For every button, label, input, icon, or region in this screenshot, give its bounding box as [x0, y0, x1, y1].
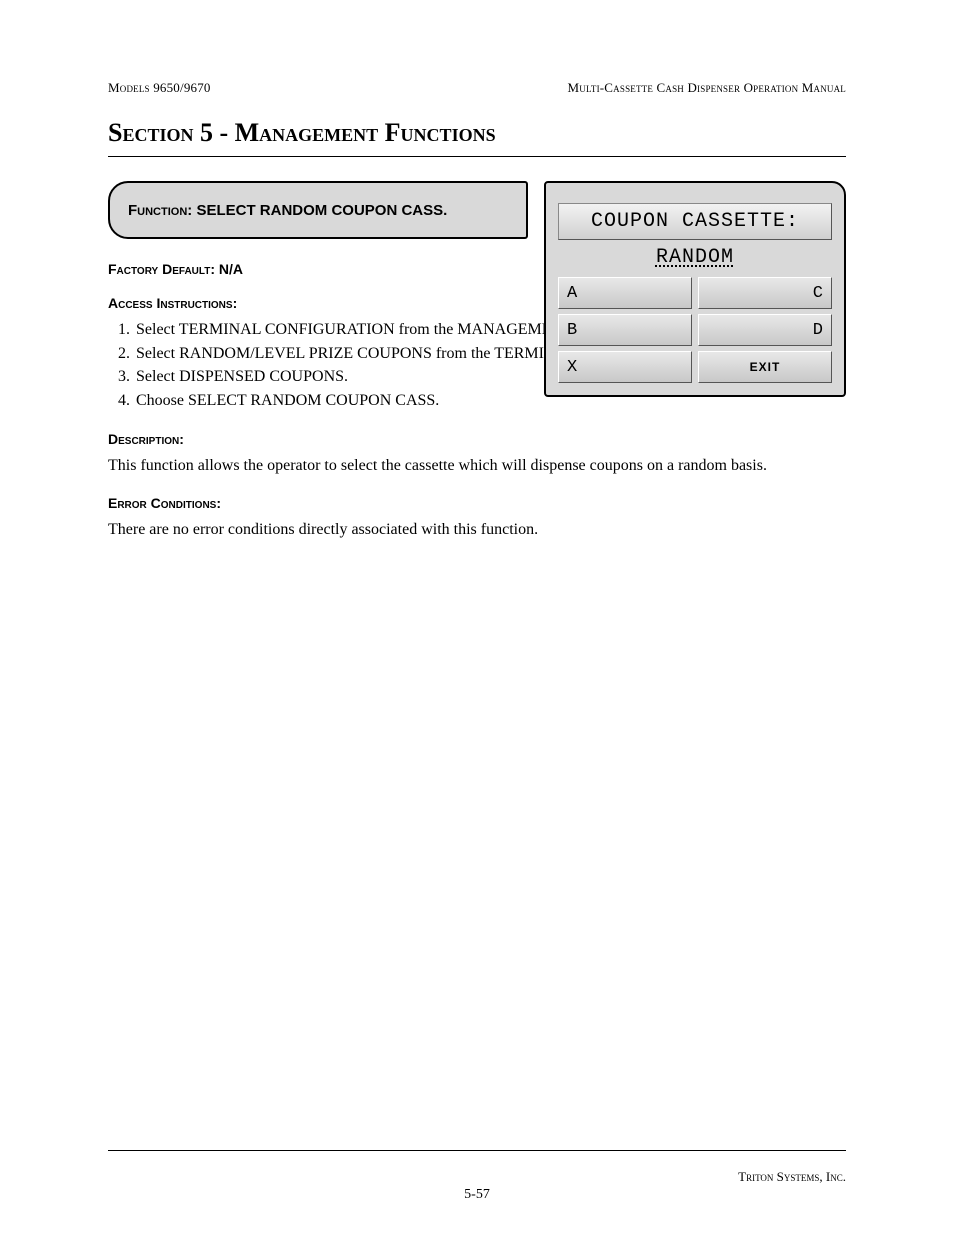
screen-button-exit[interactable]: EXIT: [698, 351, 832, 383]
description-text: This function allows the operator to sel…: [108, 455, 846, 477]
function-tab: Function: SELECT RANDOM COUPON CASS.: [108, 181, 528, 239]
footer-company: Triton Systems, Inc.: [738, 1169, 846, 1185]
screen-subtitle: RANDOM: [558, 246, 832, 269]
function-label-prefix: Function:: [128, 202, 196, 219]
error-conditions-label: Error Conditions:: [108, 495, 846, 511]
page-number: 5-57: [108, 1187, 846, 1203]
header-left: Models 9650/9670: [108, 80, 211, 96]
screen-button-d[interactable]: D: [698, 314, 832, 346]
main-content: Function: SELECT RANDOM COUPON CASS. Fac…: [108, 181, 846, 413]
description-label: Description:: [108, 431, 846, 447]
factory-default-label: Factory Default:: [108, 261, 219, 277]
screen-button-a[interactable]: A: [558, 277, 692, 309]
terminal-screen-panel: COUPON CASSETTE: RANDOM A C B D X EXIT: [544, 181, 846, 397]
header-right: Multi-Cassette Cash Dispenser Operation …: [568, 80, 846, 96]
error-conditions-text: There are no error conditions directly a…: [108, 519, 846, 541]
function-name: SELECT RANDOM COUPON CASS.: [196, 202, 447, 219]
section-rule: [108, 156, 846, 157]
screen-button-x[interactable]: X: [558, 351, 692, 383]
page-footer: Triton Systems, Inc. 5-57: [108, 1150, 846, 1185]
section-title: Section 5 - Management Functions: [108, 118, 846, 148]
screen-button-c[interactable]: C: [698, 277, 832, 309]
footer-rule: [108, 1150, 846, 1151]
page-header: Models 9650/9670 Multi-Cassette Cash Dis…: [108, 80, 846, 96]
screen-button-b[interactable]: B: [558, 314, 692, 346]
screen-title: COUPON CASSETTE:: [558, 203, 832, 240]
factory-default-value: N/A: [219, 261, 243, 277]
